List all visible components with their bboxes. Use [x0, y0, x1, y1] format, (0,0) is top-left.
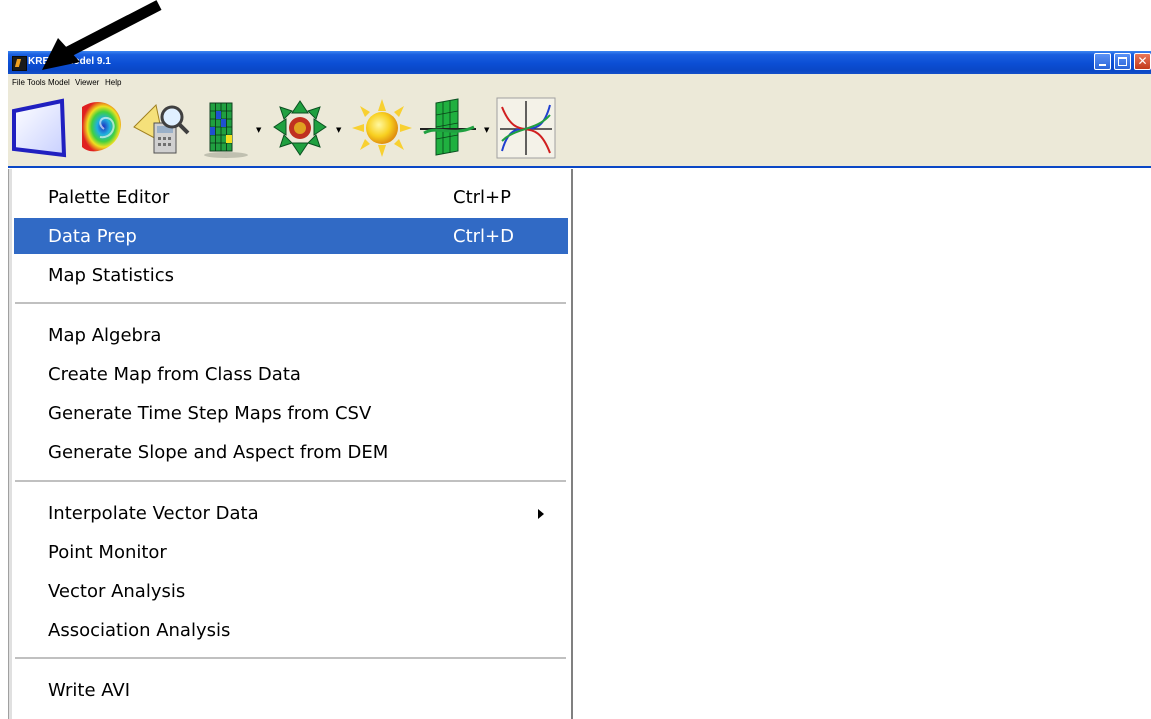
minimize-icon — [1099, 64, 1106, 66]
menu-bar: File Tools Model Viewer Help — [8, 74, 1151, 93]
menu-file[interactable]: File — [12, 78, 25, 87]
minimize-button[interactable] — [1094, 53, 1111, 70]
menu-item-vector-analysis[interactable]: Vector Analysis — [14, 573, 568, 609]
spiral-map-icon[interactable] — [74, 97, 126, 159]
menu-item-label: Write AVI — [48, 680, 131, 701]
menu-item-point-monitor[interactable]: Point Monitor — [14, 534, 568, 570]
menu-model[interactable]: Model — [48, 78, 70, 87]
menu-item-create-map-from-class-data[interactable]: Create Map from Class Data — [14, 356, 568, 392]
menu-help[interactable]: Help — [105, 78, 121, 87]
maximize-button[interactable] — [1114, 53, 1131, 70]
title-bar: KRESS Model 9.1 ✕ — [8, 51, 1151, 74]
menu-item-label: Generate Time Step Maps from CSV — [48, 403, 372, 424]
dropdown-arrow-icon[interactable]: ▼ — [256, 126, 261, 134]
sun-icon[interactable] — [350, 97, 414, 159]
submenu-arrow-icon — [538, 509, 544, 519]
menu-item-generate-slope-aspect[interactable]: Generate Slope and Aspect from DEM — [14, 434, 568, 470]
menu-item-label: Vector Analysis — [48, 581, 186, 602]
maximize-icon — [1118, 57, 1127, 66]
menu-item-shortcut: Ctrl+D — [453, 226, 514, 247]
app-logo-icon — [12, 56, 27, 71]
menu-item-label: Map Statistics — [48, 265, 174, 286]
menu-item-label: Association Analysis — [48, 620, 231, 641]
toolbar: ▼ ▼ ▼ — [8, 93, 1151, 168]
grid-view-icon[interactable] — [200, 97, 250, 159]
menu-separator — [15, 657, 566, 659]
menu-item-shortcut: Ctrl+P — [453, 187, 511, 208]
menu-item-map-statistics[interactable]: Map Statistics — [14, 257, 568, 293]
menu-item-generate-time-step-maps[interactable]: Generate Time Step Maps from CSV — [14, 395, 568, 431]
dropdown-arrow-icon[interactable]: ▼ — [336, 126, 341, 134]
curve-plot-icon[interactable] — [496, 97, 556, 159]
menu-item-data-prep[interactable]: Data Prep Ctrl+D — [14, 218, 568, 254]
blank-map-icon[interactable] — [10, 97, 68, 159]
query-tools-icon[interactable] — [130, 97, 192, 159]
menu-item-label: Create Map from Class Data — [48, 364, 301, 385]
menu-tools[interactable]: Tools — [27, 78, 46, 87]
menu-viewer[interactable]: Viewer — [75, 78, 99, 87]
menu-item-label: Generate Slope and Aspect from DEM — [48, 442, 389, 463]
menu-separator — [15, 480, 566, 482]
menu-item-label: Palette Editor — [48, 187, 170, 208]
spatial-model-icon[interactable] — [270, 97, 330, 159]
window-title: KRESS Model 9.1 — [28, 56, 111, 67]
tools-dropdown-menu: Palette Editor Ctrl+P Data Prep Ctrl+D M… — [8, 169, 573, 719]
menu-item-write-avi[interactable]: Write AVI — [14, 672, 568, 708]
menu-item-palette-editor[interactable]: Palette Editor Ctrl+P — [14, 179, 568, 215]
menu-item-label: Data Prep — [48, 226, 137, 247]
dropdown-arrow-icon[interactable]: ▼ — [484, 126, 489, 134]
close-button[interactable]: ✕ — [1134, 53, 1151, 70]
menu-item-label: Map Algebra — [48, 325, 162, 346]
menu-item-map-algebra[interactable]: Map Algebra — [14, 317, 568, 353]
menu-separator — [15, 302, 566, 304]
menu-item-label: Interpolate Vector Data — [48, 503, 259, 524]
close-icon: ✕ — [1137, 54, 1148, 68]
menu-item-interpolate-vector-data[interactable]: Interpolate Vector Data — [14, 495, 568, 531]
menu-item-label: Point Monitor — [48, 542, 167, 563]
menu-item-association-analysis[interactable]: Association Analysis — [14, 612, 568, 648]
grid-profile-icon[interactable] — [418, 97, 480, 159]
